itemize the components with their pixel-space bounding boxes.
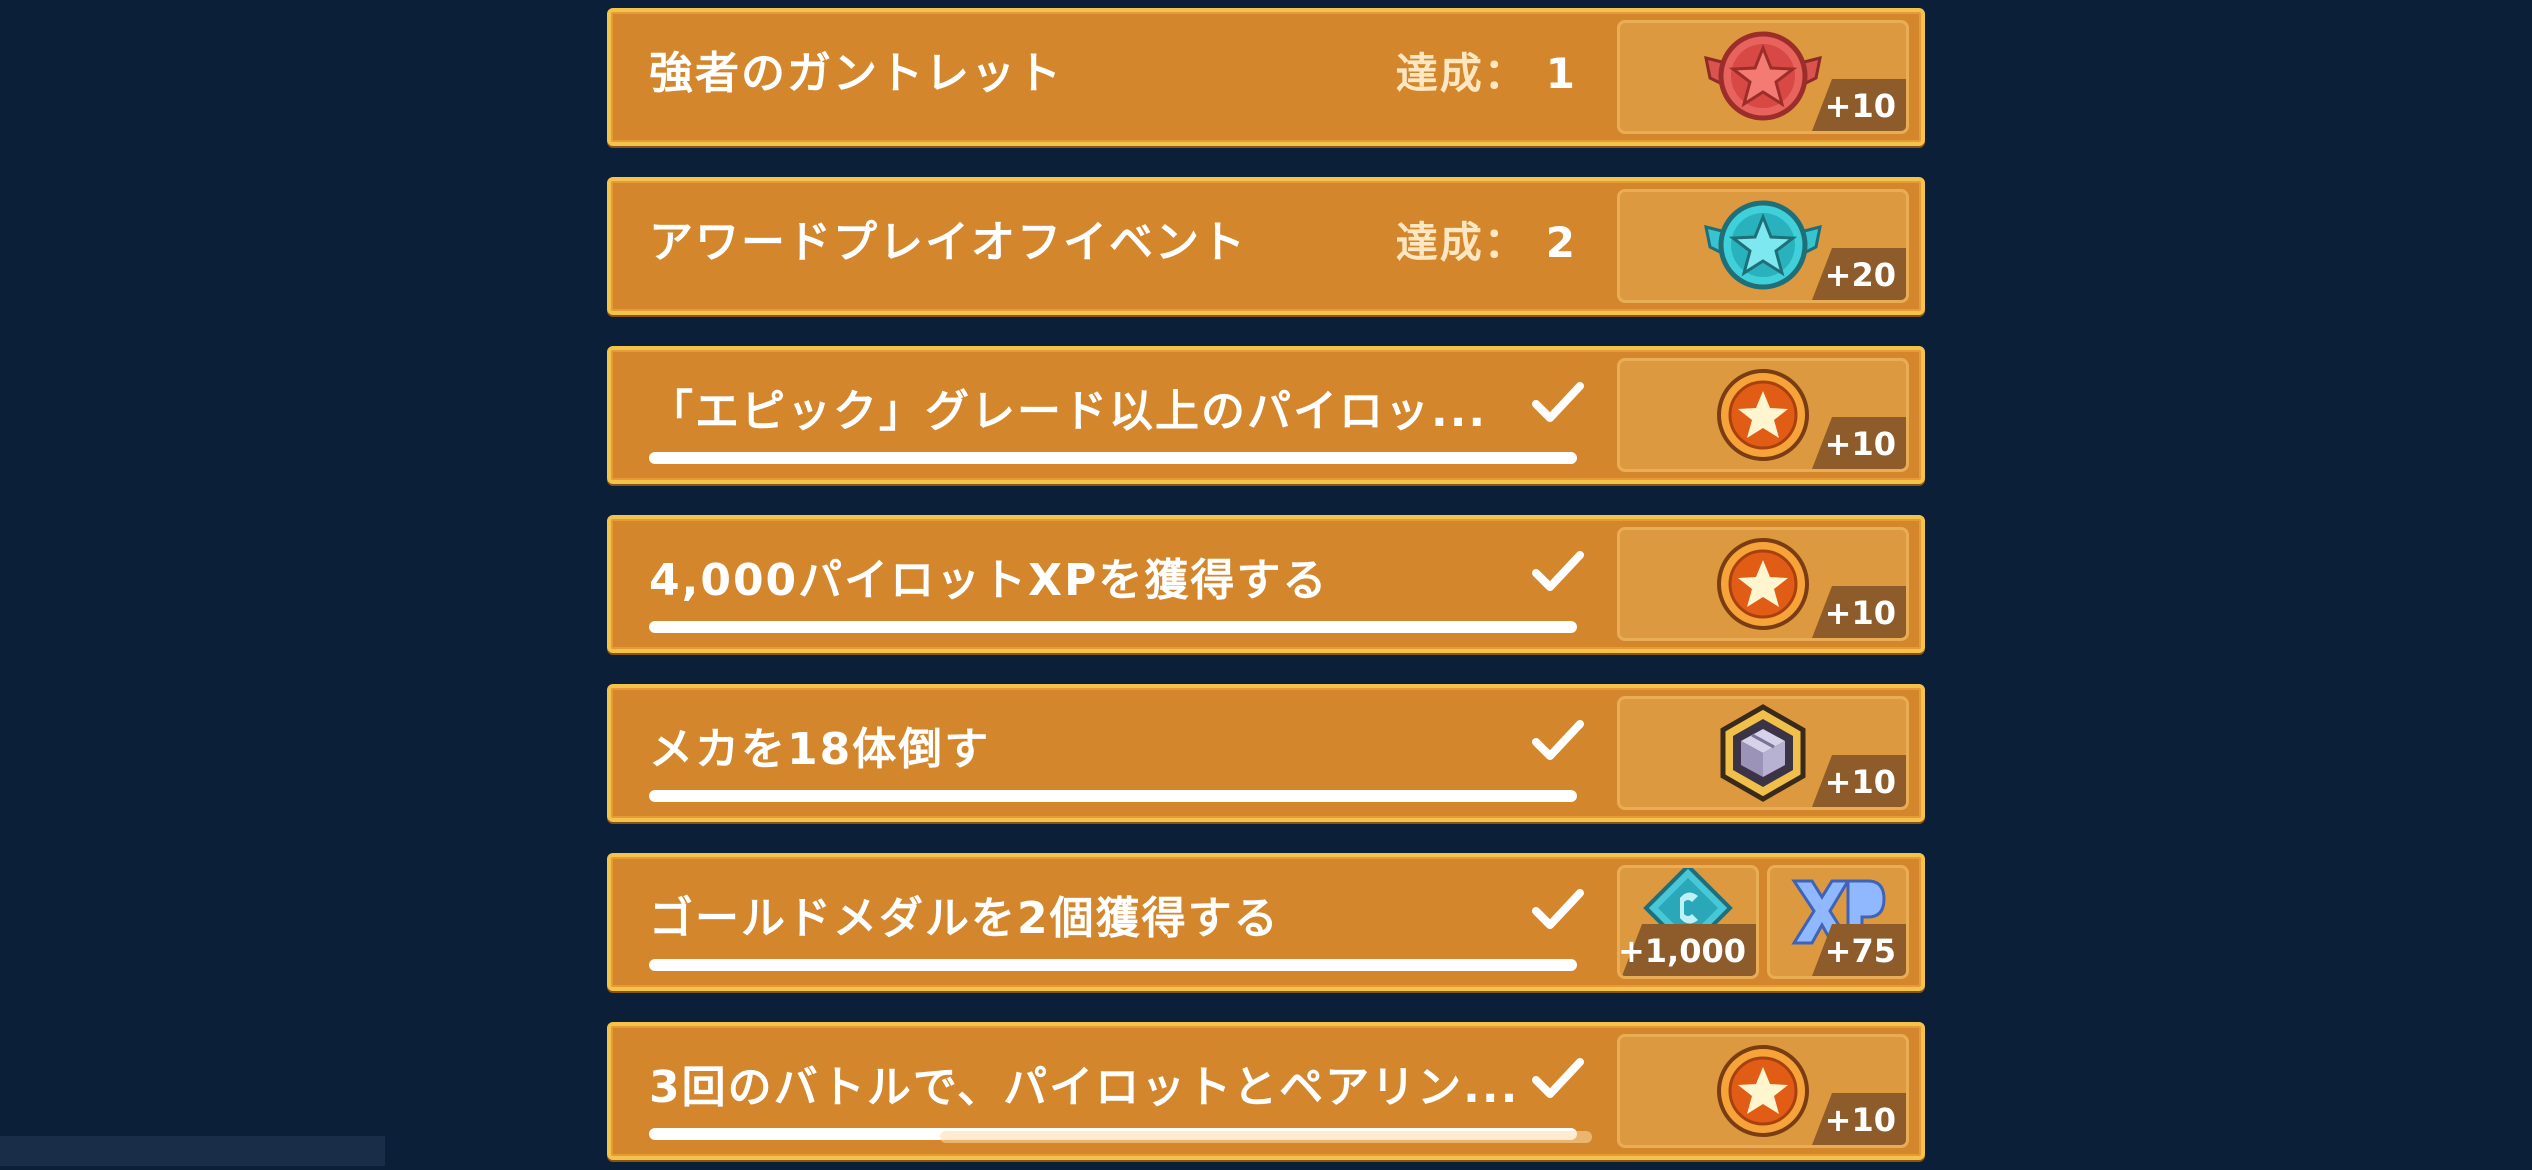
reward-amount: +20 — [1824, 256, 1896, 294]
progress-fill — [649, 621, 1577, 633]
crate-badge-icon — [1720, 704, 1806, 802]
mission-row[interactable]: アワードプレイオフイベント 達成： 2 +20 — [607, 177, 1925, 315]
checkmark-icon — [1532, 1058, 1584, 1098]
progress-fill — [649, 959, 1577, 971]
reward-amount: +10 — [1824, 763, 1896, 801]
mission-row[interactable]: メカを18体倒す +10 — [607, 684, 1925, 822]
star-coin-icon — [1717, 1045, 1809, 1137]
red-star-badge-icon — [1704, 31, 1822, 121]
star-coin-icon — [1717, 369, 1809, 461]
reward-slot[interactable]: +10 — [1617, 527, 1909, 641]
reward-slot[interactable]: +10 — [1617, 358, 1909, 472]
checkmark-icon — [1532, 382, 1584, 422]
mission-title: メカを18体倒す — [649, 724, 991, 775]
mission-row[interactable]: 4,000パイロットXPを獲得する +10 — [607, 515, 1925, 653]
mission-title: 3回のバトルで、パイロットとペアリン... — [649, 1062, 1520, 1113]
achievement-label: 達成： — [1395, 218, 1528, 267]
progress-fill — [649, 452, 1577, 464]
achievement-value: 2 — [1545, 218, 1575, 267]
reward-amount: +10 — [1824, 87, 1896, 125]
mission-row[interactable]: ゴールドメダルを2個獲得する +1,000 +75 — [607, 853, 1925, 991]
star-coin-icon — [1717, 538, 1809, 630]
progress-bar — [649, 790, 1577, 802]
mission-title: ゴールドメダルを2個獲得する — [649, 893, 1280, 944]
reward-slot[interactable]: +10 — [1617, 696, 1909, 810]
achievement-label: 達成： — [1395, 49, 1528, 98]
achievement-count: 達成： 2 — [1396, 213, 1575, 273]
reward-slot[interactable]: +10 — [1617, 20, 1909, 134]
horizontal-scrollbar[interactable] — [940, 1131, 1592, 1143]
missions-screen: 強者のガントレット 達成：1 +10 アワードプレイオフイベント 達成：2 — [0, 0, 2532, 1170]
reward-slot[interactable]: +20 — [1617, 189, 1909, 303]
reward-slot[interactable]: +1,000 — [1617, 865, 1759, 979]
reward-amount: +10 — [1824, 425, 1896, 463]
reward-amount: +10 — [1824, 594, 1896, 632]
achievement-count: 達成： 1 — [1396, 44, 1575, 104]
achievement-value: 1 — [1545, 49, 1575, 98]
reward-amount: +75 — [1824, 932, 1896, 970]
progress-bar — [649, 621, 1577, 633]
progress-fill — [649, 790, 1577, 802]
checkmark-icon — [1532, 720, 1584, 760]
mission-row[interactable]: 強者のガントレット 達成： 1 +10 — [607, 8, 1925, 146]
mission-title: 4,000パイロットXPを獲得する — [649, 555, 1329, 606]
mission-row[interactable]: 「エピック」グレード以上のパイロッ... +10 — [607, 346, 1925, 484]
reward-amount: +10 — [1824, 1101, 1896, 1139]
checkmark-icon — [1532, 889, 1584, 929]
reward-slot[interactable]: +75 — [1767, 865, 1909, 979]
reward-amount: +1,000 — [1617, 932, 1746, 970]
reward-slot[interactable]: +10 — [1617, 1034, 1909, 1148]
mission-list[interactable]: 強者のガントレット 達成：1 +10 アワードプレイオフイベント 達成：2 — [607, 8, 1925, 1170]
teal-star-badge-icon — [1704, 200, 1822, 290]
checkmark-icon — [1532, 551, 1584, 591]
mission-title: 「エピック」グレード以上のパイロッ... — [649, 386, 1488, 437]
overlay-bar — [0, 1136, 385, 1166]
progress-bar — [649, 452, 1577, 464]
progress-bar — [649, 959, 1577, 971]
